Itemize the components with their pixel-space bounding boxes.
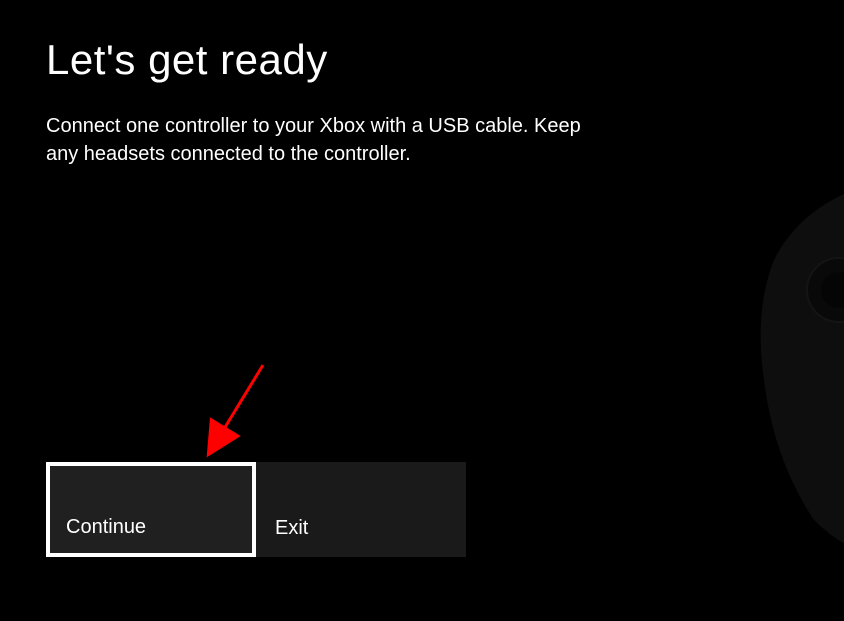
page-title: Let's get ready (46, 36, 798, 84)
main-container: Let's get ready Connect one controller t… (0, 0, 844, 204)
continue-button-label: Continue (66, 516, 146, 539)
arrow-annotation-icon (198, 360, 278, 465)
instruction-text: Connect one controller to your Xbox with… (46, 112, 606, 168)
controller-decoration-icon (744, 180, 844, 560)
exit-button-label: Exit (275, 517, 308, 540)
continue-button[interactable]: Continue (46, 462, 256, 557)
button-row: Continue Exit (46, 462, 466, 557)
exit-button[interactable]: Exit (256, 462, 466, 557)
